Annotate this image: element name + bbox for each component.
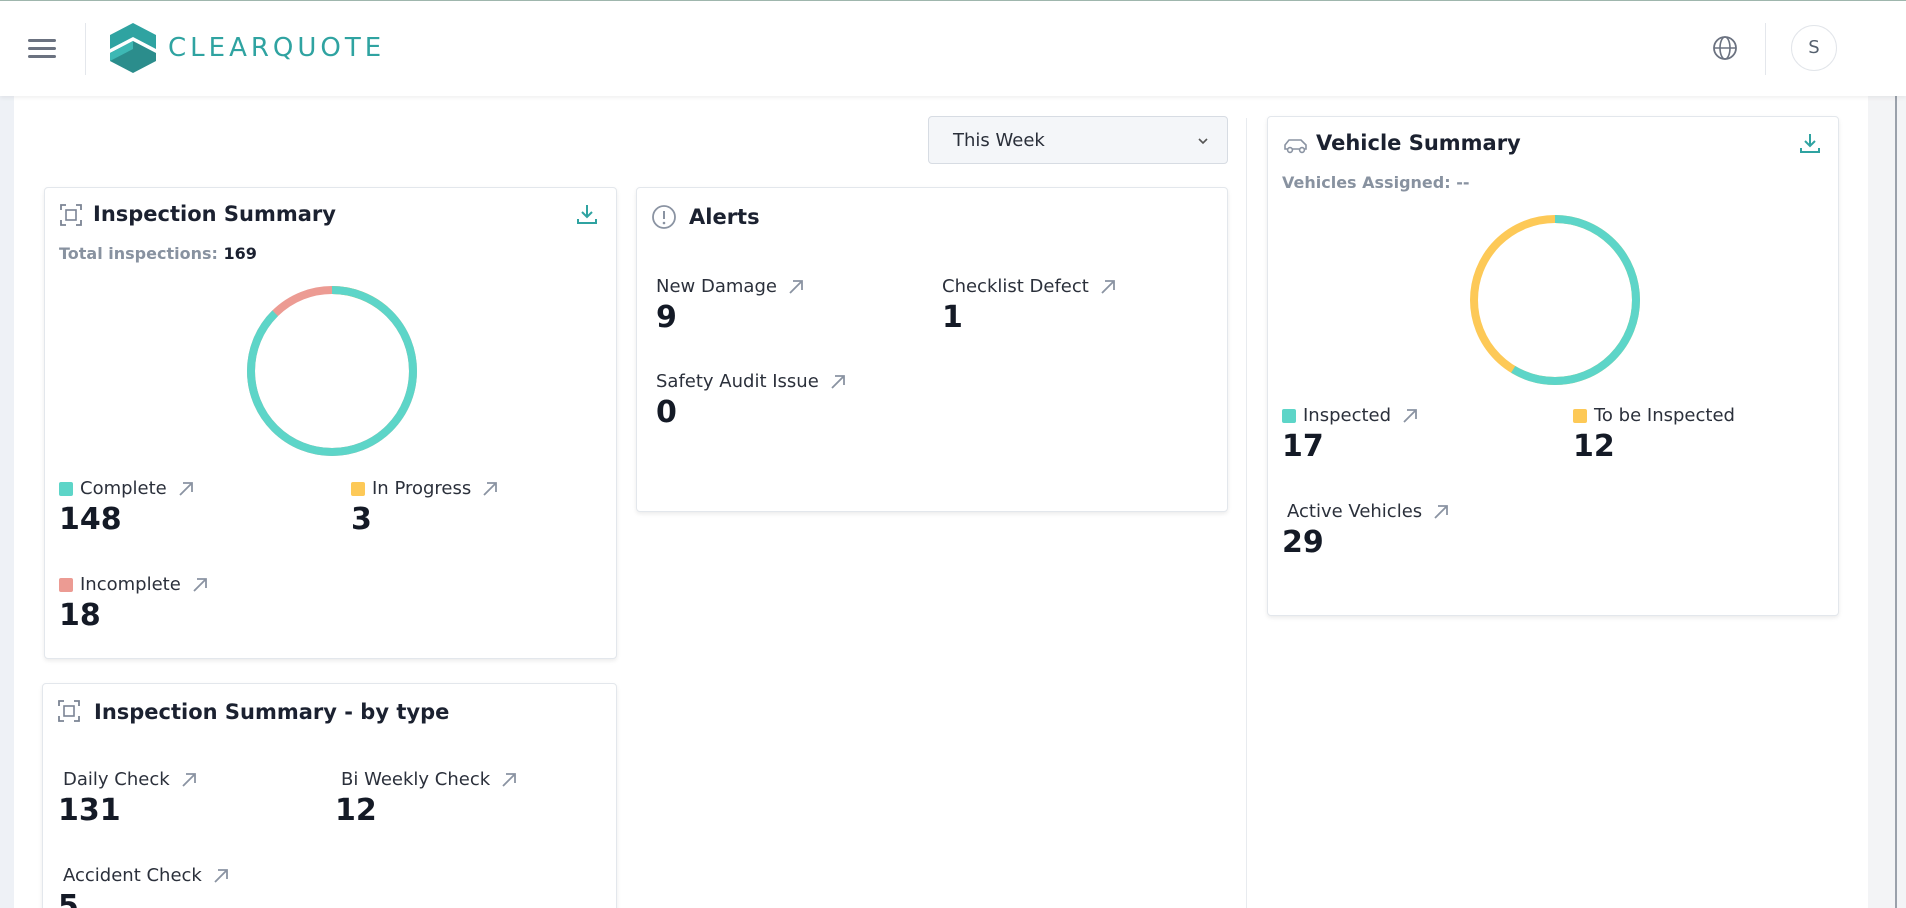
metric-new-damage[interactable]: New Damage 9 <box>656 276 805 333</box>
clearquote-logo-icon <box>110 23 156 73</box>
metric-label: Complete <box>80 478 167 499</box>
metric-value: 9 <box>656 300 677 335</box>
download-icon[interactable] <box>575 202 599 226</box>
arrow-up-right-icon[interactable] <box>829 373 847 391</box>
total-inspections-value: 169 <box>223 244 257 263</box>
metric-value: 148 <box>59 502 122 537</box>
metric-to-be-inspected[interactable]: To be Inspected 12 <box>1573 405 1735 462</box>
metric-daily-check[interactable]: Daily Check 131 <box>58 769 198 826</box>
metric-value: 29 <box>1282 525 1324 560</box>
metric-incomplete[interactable]: Incomplete 18 <box>59 574 209 631</box>
arrow-up-right-icon[interactable] <box>1432 503 1450 521</box>
metric-value: 0 <box>656 395 677 430</box>
metric-accident-check[interactable]: Accident Check 5 <box>58 865 230 908</box>
vehicle-summary-title: Vehicle Summary <box>1316 131 1521 155</box>
metric-label: Safety Audit Issue <box>656 371 819 392</box>
metric-complete[interactable]: Complete 148 <box>59 478 195 535</box>
logo-text: CLEARQUOTE <box>168 33 386 63</box>
metric-bi-weekly-check[interactable]: Bi Weekly Check 12 <box>335 769 518 826</box>
metric-value: 12 <box>335 793 377 828</box>
alerts-card: Alerts New Damage 9 Checklist Defect 1 S… <box>636 187 1228 512</box>
metric-safety-audit-issue[interactable]: Safety Audit Issue 0 <box>656 371 847 428</box>
arrow-up-right-icon[interactable] <box>481 480 499 498</box>
scan-icon <box>60 204 82 226</box>
metric-label: To be Inspected <box>1594 405 1735 426</box>
period-dropdown-value: This Week <box>953 130 1045 151</box>
legend-swatch-in-progress <box>351 481 365 496</box>
metric-label: Bi Weekly Check <box>341 769 491 790</box>
car-icon <box>1284 139 1307 154</box>
metric-label: In Progress <box>372 478 472 499</box>
metric-in-progress[interactable]: In Progress 3 <box>351 478 499 535</box>
donut-segment-complete <box>247 286 417 456</box>
inspection-by-type-title: Inspection Summary - by type <box>94 700 450 724</box>
vehicle-donut-chart <box>1470 215 1640 385</box>
arrow-up-right-icon[interactable] <box>1099 278 1117 296</box>
legend-swatch-complete <box>59 481 73 496</box>
period-dropdown[interactable]: This Week <box>928 116 1228 164</box>
scrollbar-track[interactable] <box>1868 96 1906 908</box>
column-divider <box>1246 118 1247 908</box>
metric-label: Inspected <box>1303 405 1392 426</box>
metric-value: 17 <box>1282 429 1324 464</box>
total-inspections-label: Total inspections: <box>59 244 218 263</box>
hamburger-icon[interactable] <box>28 39 56 59</box>
vehicles-assigned-label: Vehicles Assigned: <box>1282 173 1451 192</box>
total-inspections: Total inspections: 169 <box>59 244 257 263</box>
vehicles-assigned: Vehicles Assigned: -- <box>1282 173 1469 192</box>
top-bar: CLEARQUOTE S <box>0 0 1906 96</box>
metric-checklist-defect[interactable]: Checklist Defect 1 <box>942 276 1117 333</box>
inspection-summary-title: Inspection Summary <box>93 202 336 226</box>
arrow-up-right-icon[interactable] <box>180 771 198 789</box>
avatar[interactable]: S <box>1791 25 1837 71</box>
legend-swatch-incomplete <box>59 577 73 592</box>
inspection-donut-chart <box>247 286 417 456</box>
metric-inspected[interactable]: Inspected 17 <box>1282 405 1419 462</box>
metric-active-vehicles[interactable]: Active Vehicles 29 <box>1282 501 1450 558</box>
vehicles-assigned-value: -- <box>1456 173 1470 192</box>
metric-value: 18 <box>59 598 101 633</box>
alert-circle-icon <box>652 205 676 229</box>
scan-icon <box>58 700 80 722</box>
header-divider <box>85 23 86 75</box>
metric-value: 131 <box>58 793 121 828</box>
metric-label: New Damage <box>656 276 777 297</box>
metric-label: Incomplete <box>80 574 181 595</box>
metric-label: Active Vehicles <box>1287 501 1423 522</box>
alerts-title: Alerts <box>689 205 760 229</box>
metric-value: 12 <box>1573 429 1615 464</box>
vehicle-summary-card: Vehicle Summary Vehicles Assigned: -- In… <box>1267 116 1839 616</box>
metric-label: Daily Check <box>63 769 170 790</box>
arrow-up-right-icon[interactable] <box>1401 407 1419 425</box>
arrow-up-right-icon[interactable] <box>191 576 209 594</box>
inspection-summary-card: Inspection Summary Total inspections: 16… <box>44 187 617 659</box>
legend-swatch-to-be-inspected <box>1573 408 1587 423</box>
inspection-by-type-card: Inspection Summary - by type Daily Check… <box>42 683 617 908</box>
metric-value: 3 <box>351 502 372 537</box>
arrow-up-right-icon[interactable] <box>177 480 195 498</box>
legend-swatch-inspected <box>1282 408 1296 423</box>
scrollbar-thumb[interactable] <box>1895 96 1897 908</box>
arrow-up-right-icon[interactable] <box>212 867 230 885</box>
download-icon[interactable] <box>1798 131 1822 155</box>
metric-label: Accident Check <box>63 865 202 886</box>
logo[interactable]: CLEARQUOTE <box>110 23 385 73</box>
metric-label: Checklist Defect <box>942 276 1089 297</box>
header-divider-right <box>1765 23 1766 75</box>
globe-icon[interactable] <box>1712 35 1738 61</box>
metric-value: 1 <box>942 300 963 335</box>
chevron-down-icon <box>1198 138 1208 145</box>
dashboard-content: This Week Inspection Summary Total inspe… <box>14 96 1868 908</box>
arrow-up-right-icon[interactable] <box>787 278 805 296</box>
arrow-up-right-icon[interactable] <box>500 771 518 789</box>
metric-value: 5 <box>58 889 79 908</box>
